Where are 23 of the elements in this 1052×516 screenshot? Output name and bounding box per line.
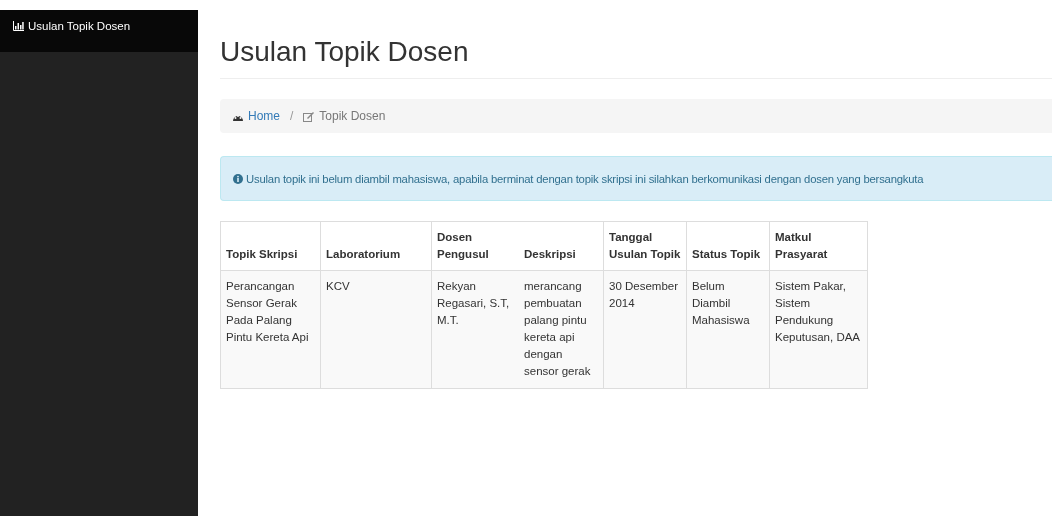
column-header: Status Topik — [686, 221, 770, 271]
column-header: Matkul Prasyarat — [769, 221, 868, 271]
brand-link[interactable]: Usulan Topik Dosen — [28, 20, 131, 32]
column-header: Dosen Pengusul — [431, 221, 519, 271]
column-header: Laboratorium — [320, 221, 432, 271]
home-link[interactable]: Home — [248, 109, 280, 123]
table-cell: 30 Desember 2014 — [603, 270, 687, 389]
bar-chart-icon — [13, 21, 24, 31]
table-cell: merancang pembuatan palang pintu kereta api dengan sensor gerak — [519, 270, 604, 389]
edit-icon — [303, 110, 316, 122]
alert-message: Usulan topik ini belum diambil mahasiswa, apabila berminat dengan topik skripsi ini silahkan berkomunikasi dengan dosen yang bersangkuta — [246, 172, 924, 185]
page-title: Usulan Topik Dosen — [220, 35, 470, 68]
table-cell: Sistem Pakar, Sistem Pendukung Keputusan, DAA — [769, 270, 868, 389]
column-header: Topik Skripsi — [220, 221, 321, 271]
breadcrumb-separator: / — [290, 109, 294, 123]
breadcrumb-current: Topik Dosen — [319, 109, 386, 123]
table-cell: Perancangan Sensor Gerak Pada Palang Pintu Kereta Api — [220, 270, 321, 389]
info-icon — [233, 173, 243, 184]
column-header: Deskripsi — [519, 221, 604, 271]
column-header: Tanggal Usulan Topik — [603, 221, 687, 271]
table-cell: Belum Diambil Mahasiswa — [686, 270, 770, 389]
table-cell: KCV — [320, 270, 432, 389]
table-cell: Rekyan Regasari, S.T, M.T. — [431, 270, 519, 389]
